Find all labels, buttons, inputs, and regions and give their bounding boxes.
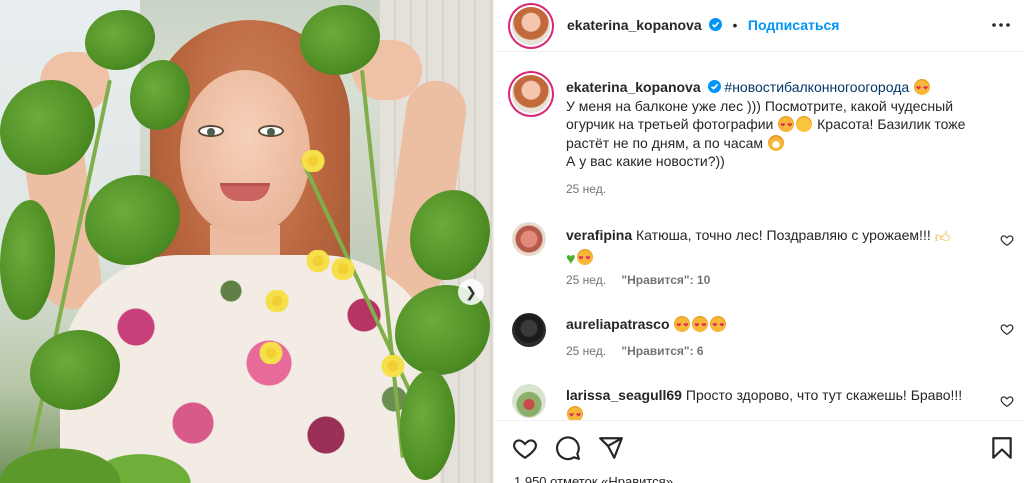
comment-timestamp[interactable]: 25 нед. <box>566 273 606 287</box>
post-header: ekaterina_kopanova • Подписаться <box>494 0 1024 52</box>
post-caption: ekaterina_kopanova #новостибалконногоого… <box>566 78 1006 171</box>
caption-line-4: А у вас какие новости?)) <box>566 153 725 169</box>
photo-flower <box>305 250 331 272</box>
share-icon[interactable] <box>598 435 624 461</box>
caption-line-1: У меня на балконе уже лес ))) Посмотрите… <box>566 97 954 114</box>
green-heart-emoji-icon: ♥︎ <box>566 250 576 268</box>
thumbs-up-emoji-icon: 👍︎ <box>934 229 951 246</box>
grinning-emoji-icon <box>767 134 784 151</box>
comment-item: aureliapatrasco <box>566 315 966 336</box>
photo-leaf <box>85 10 155 70</box>
comment-timestamp[interactable]: 25 нед. <box>566 344 606 358</box>
comment-like-heart-icon[interactable] <box>1000 394 1014 408</box>
carousel-next-button[interactable]: ❯ <box>458 279 484 305</box>
comment-likes-count[interactable]: "Нравится": 6 <box>621 344 703 358</box>
caption-timestamp[interactable]: 25 нед. <box>566 182 606 196</box>
comment-meta: 25 нед. "Нравится": 6 <box>566 344 704 358</box>
verified-badge-icon <box>709 18 723 31</box>
follow-button[interactable]: Подписаться <box>748 17 840 33</box>
caption-author-avatar[interactable] <box>512 75 550 113</box>
heart-eyes-emoji-icon <box>692 316 709 336</box>
caption-username[interactable]: ekaterina_kopanova <box>566 79 701 95</box>
heart-eyes-emoji-icon <box>710 316 727 336</box>
comment-username[interactable]: larissa_seagull69 <box>566 387 682 403</box>
caption-hashtag[interactable]: #новостибалконногоогорода <box>724 79 909 95</box>
comment-like-heart-icon[interactable] <box>1000 233 1014 247</box>
heart-eyes-emoji-icon <box>674 316 691 336</box>
commenter-avatar[interactable] <box>512 222 546 256</box>
photo-face <box>180 70 310 235</box>
comment-icon[interactable] <box>555 435 581 461</box>
caption-line-2: огурчик на третьей фотографии <box>566 116 774 132</box>
heart-eyes-emoji-icon <box>567 405 583 420</box>
header-line: ekaterina_kopanova • Подписаться <box>567 17 839 35</box>
author-username[interactable]: ekaterina_kopanova <box>567 17 702 33</box>
comment-username[interactable]: verafipina <box>566 227 632 243</box>
comment-meta: 25 нед. "Нравится": 10 <box>566 273 710 287</box>
comment-username[interactable]: aureliapatrasco <box>566 316 670 332</box>
separator-dot: • <box>732 17 738 33</box>
chevron-right-icon: ❯ <box>465 283 477 300</box>
comment-like-heart-icon[interactable] <box>1000 322 1014 336</box>
heart-icon[interactable] <box>512 435 538 461</box>
comment-text: Просто здорово, что тут скажешь! Браво!!… <box>685 387 963 403</box>
comment-likes-count[interactable]: "Нравится": 10 <box>621 273 710 287</box>
likes-summary[interactable]: 1 950 отметок «Нравится» <box>514 474 673 483</box>
photo-flower <box>330 258 356 280</box>
post-photo[interactable]: ❯ <box>0 0 493 483</box>
heart-eyes-emoji-icon <box>914 79 931 99</box>
caption-line-2b: Красота! Базилик тоже <box>817 116 966 132</box>
photo-flower <box>300 150 326 172</box>
photo-flower <box>264 290 290 312</box>
commenter-avatar[interactable] <box>512 384 546 418</box>
post-details-panel: ekaterina_kopanova • Подписаться ekateri… <box>493 0 1024 483</box>
commenter-avatar[interactable] <box>512 313 546 347</box>
photo-flower <box>258 342 284 364</box>
caption-line-3: растёт не по дням, а по часам <box>566 134 764 151</box>
heart-eyes-emoji-icon <box>778 116 795 136</box>
laughing-emoji-icon <box>796 116 813 132</box>
comment-item: larissa_seagull69 Просто здорово, что ту… <box>566 386 966 420</box>
photo-eye-left <box>198 125 224 137</box>
heart-eyes-emoji-icon <box>576 248 593 268</box>
verified-badge-icon <box>707 80 721 93</box>
comment-item: verafipina Катюша, точно лес! Поздравляю… <box>566 226 966 269</box>
photo-flower <box>380 355 406 377</box>
photo-eye-right <box>258 125 284 137</box>
more-options-icon[interactable] <box>991 15 1011 40</box>
author-avatar[interactable] <box>512 7 550 45</box>
bookmark-icon[interactable] <box>989 435 1015 461</box>
photo-potted-plants <box>0 403 200 483</box>
comment-text: Катюша, точно лес! Поздравляю с урожаем!… <box>636 227 931 243</box>
